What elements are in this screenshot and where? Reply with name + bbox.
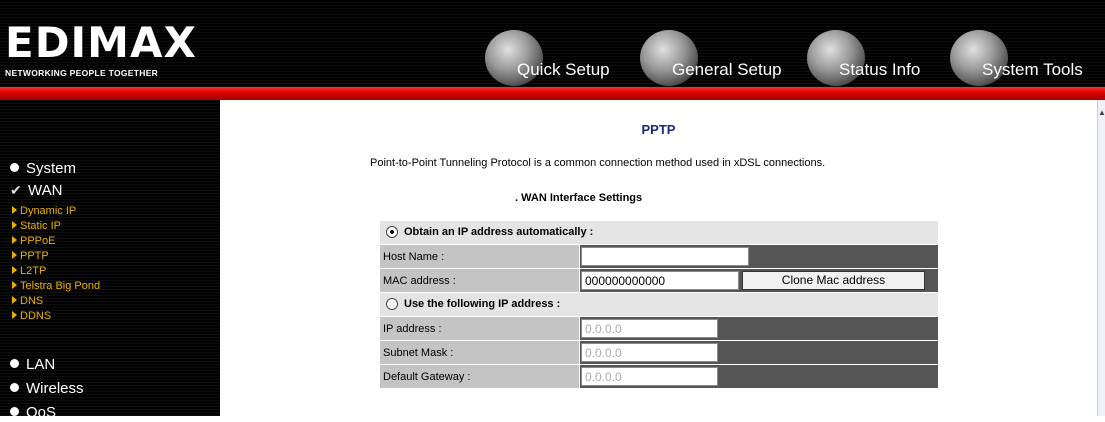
- subitem-label: L2TP: [20, 265, 47, 277]
- sidebar-item-label: WAN: [28, 182, 63, 199]
- table-row: Host Name :: [379, 244, 939, 269]
- obtain-auto-cell: Obtain an IP address automatically :: [379, 220, 939, 245]
- page-description: Point-to-Point Tunneling Protocol is a c…: [370, 157, 826, 169]
- table-row: Subnet Mask : 0.0.0.0: [379, 340, 939, 365]
- host-name-input[interactable]: [581, 247, 749, 266]
- use-following-cell: Use the following IP address :: [379, 292, 939, 317]
- arrow-right-icon: [12, 236, 17, 245]
- scroll-up-arrow-icon[interactable]: ▲: [1098, 108, 1105, 118]
- use-following-radio[interactable]: [386, 297, 398, 310]
- arrow-right-icon: [12, 251, 17, 260]
- sidebar-subitem-l2tp[interactable]: L2TP: [12, 264, 46, 278]
- sidebar-subitem-pppoe[interactable]: PPPoE: [12, 234, 55, 248]
- table-row: Use the following IP address :: [379, 292, 939, 317]
- mac-address-label: MAC address :: [379, 268, 580, 293]
- subnet-mask-label: Subnet Mask :: [379, 340, 580, 365]
- host-name-label: Host Name :: [379, 244, 580, 269]
- default-gateway-cell: 0.0.0.0: [579, 364, 939, 389]
- ip-address-input[interactable]: 0.0.0.0: [581, 319, 718, 338]
- arrow-right-icon: [12, 221, 17, 230]
- sidebar-subitem-static-ip[interactable]: Static IP: [12, 219, 61, 233]
- sidebar-item-lan[interactable]: LAN: [10, 356, 55, 374]
- subitem-label: PPPoE: [20, 235, 56, 247]
- table-row: IP address : 0.0.0.0: [379, 316, 939, 341]
- bullet-icon: [10, 162, 19, 172]
- sidebar-item-system[interactable]: System: [10, 160, 76, 178]
- edimax-logo[interactable]: EDIMAX NETWORKING PEOPLE TOGETHER: [5, 18, 215, 79]
- subitem-label: DDNS: [20, 310, 52, 322]
- table-row: Obtain an IP address automatically :: [379, 220, 939, 245]
- sidebar-subitem-telstra-big-pond[interactable]: Telstra Big Pond: [12, 279, 100, 293]
- sidebar-item-wan[interactable]: ✔ WAN: [10, 181, 62, 199]
- logo-tagline: NETWORKING PEOPLE TOGETHER: [5, 68, 159, 78]
- subnet-mask-input[interactable]: 0.0.0.0: [581, 343, 718, 362]
- sidebar-subitem-ddns[interactable]: DDNS: [12, 309, 51, 323]
- obtain-auto-radio[interactable]: [386, 225, 398, 238]
- mac-address-cell: 000000000000 Clone Mac address: [579, 268, 939, 293]
- mac-address-input[interactable]: 000000000000: [581, 271, 739, 290]
- ip-address-cell: 0.0.0.0: [579, 316, 939, 341]
- sidebar-item-label: LAN: [26, 356, 56, 373]
- header: EDIMAX NETWORKING PEOPLE TOGETHER Quick …: [0, 0, 1105, 87]
- check-icon: ✔: [10, 182, 22, 198]
- sidebar-item-label: Wireless: [26, 380, 84, 397]
- default-gateway-input[interactable]: 0.0.0.0: [581, 367, 718, 386]
- obtain-auto-label: Obtain an IP address automatically :: [404, 226, 594, 239]
- use-following-label: Use the following IP address :: [404, 298, 561, 311]
- ip-address-label: IP address :: [379, 316, 580, 341]
- subitem-label: PPTP: [20, 250, 49, 262]
- arrow-right-icon: [12, 296, 17, 305]
- clone-mac-button[interactable]: Clone Mac address: [742, 271, 925, 290]
- bullet-icon: [10, 382, 19, 392]
- bullet-icon: [10, 358, 19, 368]
- table-row: Default Gateway : 0.0.0.0: [379, 364, 939, 389]
- nav-status-info-label: Status Info: [839, 60, 921, 79]
- page-title: PPTP: [641, 122, 676, 137]
- subnet-mask-cell: 0.0.0.0: [579, 340, 939, 365]
- bullet-icon: [10, 406, 19, 416]
- default-gateway-label: Default Gateway :: [379, 364, 580, 389]
- subitem-label: Dynamic IP: [20, 205, 77, 217]
- sidebar-subitem-dynamic-ip[interactable]: Dynamic IP: [12, 204, 76, 218]
- sidebar-subitem-pptp[interactable]: PPTP: [12, 249, 49, 263]
- sidebar-subitem-dns[interactable]: DNS: [12, 294, 43, 308]
- header-divider-bar: [0, 87, 1105, 100]
- section-title: . WAN Interface Settings: [515, 192, 643, 204]
- sidebar-item-label: QoS: [26, 404, 57, 421]
- arrow-right-icon: [12, 311, 17, 320]
- vertical-scrollbar[interactable]: ▲: [1097, 100, 1105, 416]
- arrow-right-icon: [12, 206, 17, 215]
- sidebar: System ✔ WAN Dynamic IP Static IP PPPoE P…: [0, 100, 220, 421]
- subitem-label: Telstra Big Pond: [20, 280, 101, 292]
- nav-general-setup-label: General Setup: [672, 60, 782, 79]
- subitem-label: DNS: [20, 295, 44, 307]
- wan-settings-table: Obtain an IP address automatically : Hos…: [379, 220, 939, 389]
- main-content: PPTP Point-to-Point Tunneling Protocol i…: [220, 100, 1097, 416]
- subitem-label: Static IP: [20, 220, 61, 232]
- arrow-right-icon: [12, 281, 17, 290]
- sidebar-item-label: System: [26, 160, 77, 177]
- sidebar-item-qos[interactable]: QoS: [10, 404, 56, 422]
- sidebar-item-wireless[interactable]: Wireless: [10, 380, 84, 398]
- arrow-right-icon: [12, 266, 17, 275]
- host-name-cell: [579, 244, 939, 269]
- nav-system-tools-label: System Tools: [982, 60, 1083, 79]
- logo-text: EDIMAX: [5, 18, 197, 67]
- table-row: MAC address : 000000000000 Clone Mac add…: [379, 268, 939, 293]
- nav-quick-setup-label: Quick Setup: [517, 60, 610, 79]
